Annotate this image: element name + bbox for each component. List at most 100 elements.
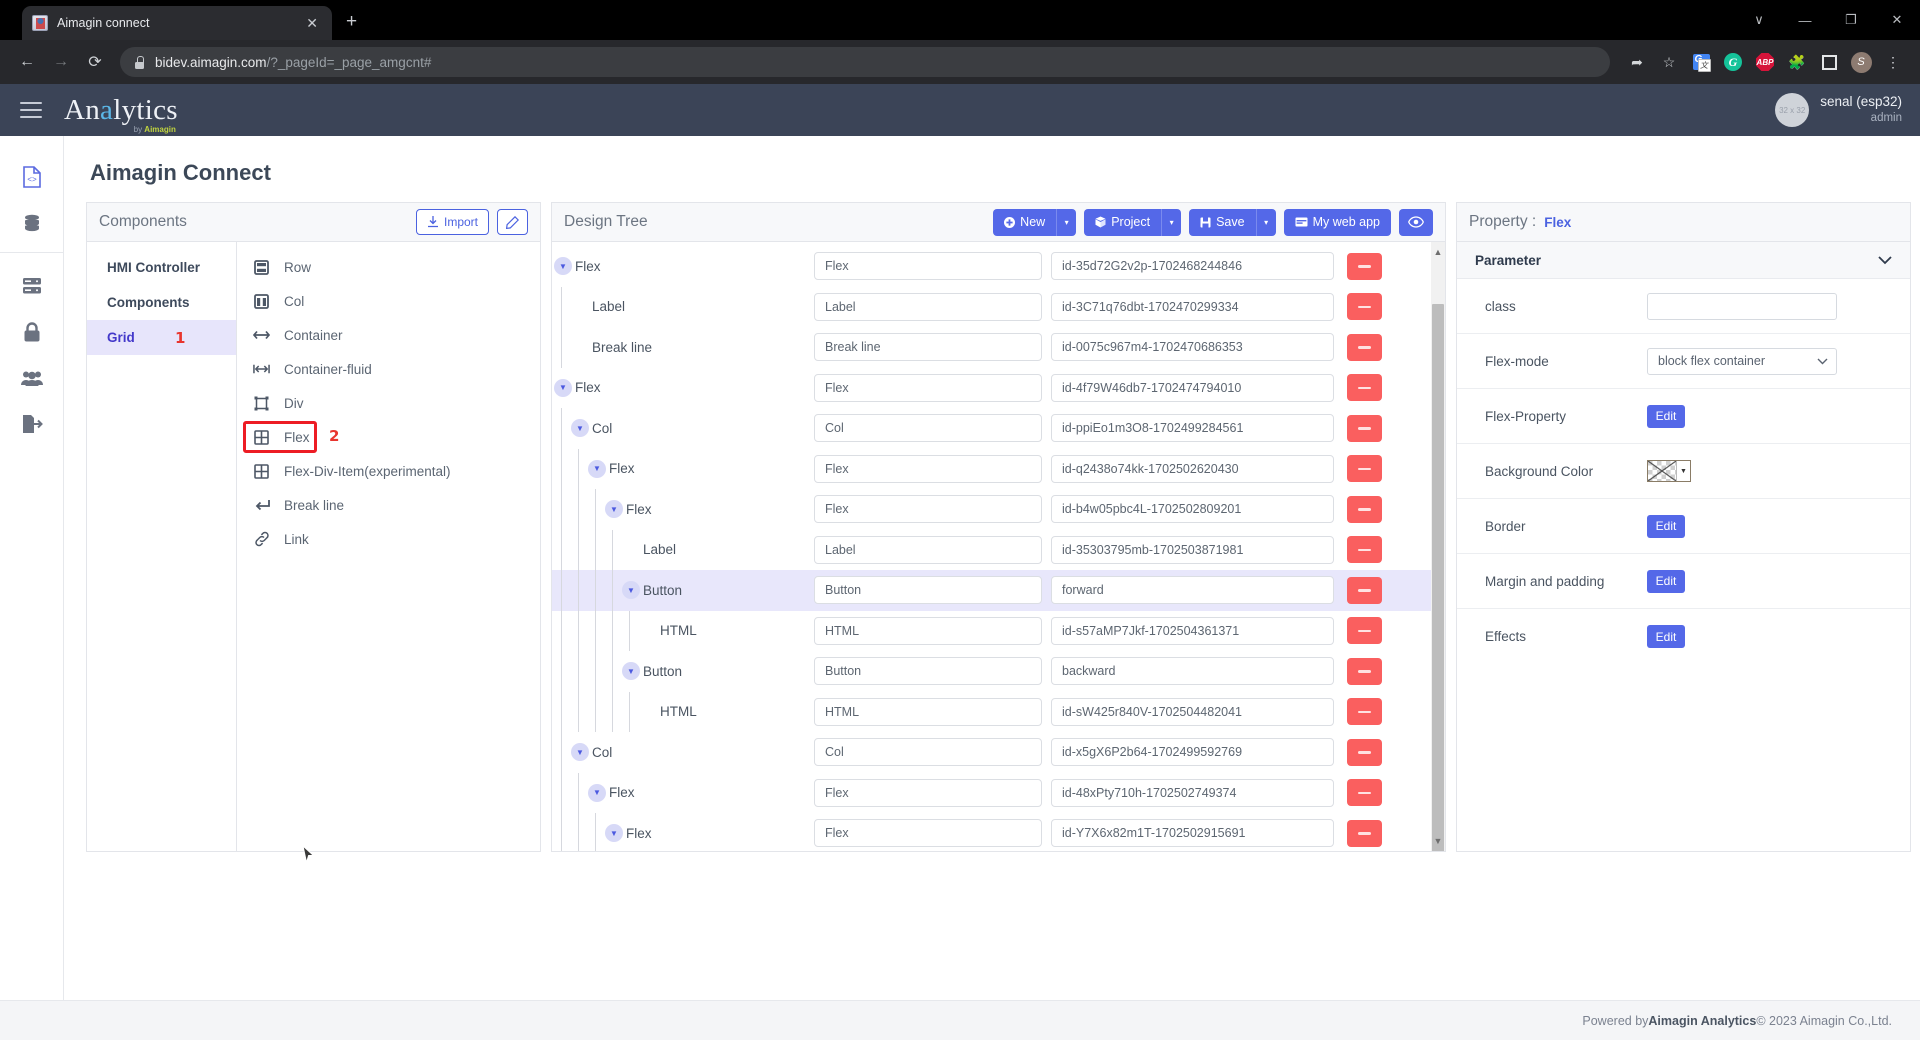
design-tree-scrollbar[interactable]: ▲ ▼ [1431,242,1445,851]
table-row[interactable]: ▼ Flex Flex id-b4w05pbc4L-1702502809201 [552,489,1431,530]
maximize-icon[interactable]: ❐ [1828,0,1874,40]
border-edit-button[interactable]: Edit [1647,514,1685,538]
node-id-field[interactable]: id-48xPty710h-1702502749374 [1051,778,1334,807]
delete-node-button[interactable] [1347,819,1382,847]
chevron-down-icon[interactable]: ▼ [1676,461,1690,481]
node-type-field[interactable]: Flex [814,454,1042,483]
preview-eye-button[interactable] [1399,208,1433,236]
forward-icon[interactable]: → [46,47,76,77]
my-web-app-button[interactable]: My web app [1283,208,1391,236]
node-id-field[interactable]: id-sW425r840V-1702504482041 [1051,697,1334,726]
delete-node-button[interactable] [1347,374,1382,402]
node-type-field[interactable]: Col [814,414,1042,443]
list-item[interactable]: Col [237,284,540,318]
list-item[interactable]: Container-fluid [237,352,540,386]
list-item[interactable]: Row [237,250,540,284]
sidebar-item-security[interactable] [0,309,64,355]
square-extension-icon[interactable] [1814,47,1844,77]
delete-node-button[interactable] [1347,738,1382,766]
tree-caret-expanded-icon[interactable]: ▼ [571,743,589,762]
tree-caret-expanded-icon[interactable]: ▼ [588,459,606,478]
grammarly-extension-icon[interactable]: G [1718,47,1748,77]
node-id-field[interactable]: id-ppiEo1m3O8-1702499284561 [1051,414,1334,443]
parameter-section-header[interactable]: Parameter [1457,242,1910,279]
new-button[interactable]: New [993,208,1057,236]
node-type-field[interactable]: Button [814,576,1042,605]
delete-node-button[interactable] [1347,779,1382,807]
sidebar-item-users[interactable] [0,355,64,401]
node-id-field[interactable]: id-s57aMP7Jkf-1702504361371 [1051,616,1334,645]
node-type-field[interactable]: HTML [814,616,1042,645]
table-row[interactable]: ▼ Flex Flex id-48xPty710h-1702502749374 [552,772,1431,813]
node-id-field[interactable]: id-35d72G2v2p-1702468244846 [1051,252,1334,281]
google-translate-extension-icon[interactable] [1686,47,1716,77]
flex-property-edit-button[interactable]: Edit [1647,404,1685,428]
delete-node-button[interactable] [1347,252,1382,280]
list-item[interactable]: Flex-Div-Item(experimental) [237,454,540,488]
list-item[interactable]: Container [237,318,540,352]
scroll-down-icon[interactable]: ▼ [1431,833,1445,849]
node-type-field[interactable]: Flex [814,252,1042,281]
node-type-field[interactable]: Col [814,738,1042,767]
tree-caret-expanded-icon[interactable]: ▼ [554,257,572,276]
delete-node-button[interactable] [1347,414,1382,442]
save-button[interactable]: Save [1189,208,1256,236]
sidebar-item-grid[interactable]: Grid 1 [87,320,236,355]
chevron-down-icon[interactable]: ∨ [1736,0,1782,40]
node-type-field[interactable]: Flex [814,819,1042,848]
background-color-picker[interactable]: ▼ [1647,460,1691,482]
node-type-field[interactable]: Label [814,292,1042,321]
browser-tab[interactable]: Aimagin connect ✕ [22,6,332,40]
user-menu[interactable]: 32 x 32 senal (esp32) admin [1775,93,1902,127]
project-dropdown-caret[interactable]: ▾ [1161,208,1182,236]
share-icon[interactable]: ➦ [1622,47,1652,77]
node-type-field[interactable]: Flex [814,495,1042,524]
table-row[interactable]: Label Label id-3C71q76dbt-1702470299334 [552,286,1431,327]
node-id-field[interactable]: id-x5gX6P2b64-1702499592769 [1051,738,1334,767]
profile-avatar[interactable]: S [1846,47,1876,77]
node-type-field[interactable]: Label [814,535,1042,564]
close-icon[interactable]: ✕ [302,14,322,32]
back-icon[interactable]: ← [12,47,42,77]
menu-toggle-icon[interactable] [20,102,42,118]
delete-node-button[interactable] [1347,657,1382,685]
sidebar-item-database[interactable] [0,200,64,246]
table-row[interactable]: ▼ Button Button forward [552,570,1431,611]
list-item[interactable]: Link [237,522,540,556]
delete-node-button[interactable] [1347,293,1382,321]
minimize-icon[interactable]: — [1782,0,1828,40]
list-item-flex[interactable]: Flex 2 [237,420,540,454]
node-id-field[interactable]: id-0075c967m4-1702470686353 [1051,333,1334,362]
tree-caret-expanded-icon[interactable]: ▼ [605,500,623,519]
delete-node-button[interactable] [1347,698,1382,726]
node-id-field[interactable]: id-3C71q76dbt-1702470299334 [1051,292,1334,321]
flex-mode-select[interactable]: block flex container [1647,347,1837,375]
save-dropdown-caret[interactable]: ▾ [1255,208,1276,236]
table-row[interactable]: ▼ Flex Flex id-35d72G2v2p-1702468244846 [552,246,1431,287]
node-type-field[interactable]: Break line [814,333,1042,362]
scroll-up-icon[interactable]: ▲ [1431,244,1445,260]
node-id-field[interactable]: id-b4w05pbc4L-1702502809201 [1051,495,1334,524]
tree-caret-expanded-icon[interactable]: ▼ [605,824,623,843]
edit-components-button[interactable] [497,209,528,235]
tree-caret-expanded-icon[interactable]: ▼ [622,662,640,681]
delete-node-button[interactable] [1347,455,1382,483]
delete-node-button[interactable] [1347,536,1382,564]
table-row[interactable]: Label Label id-35303795mb-1702503871981 [552,529,1431,570]
delete-node-button[interactable] [1347,333,1382,361]
tree-caret-expanded-icon[interactable]: ▼ [554,378,572,397]
class-input[interactable] [1647,292,1837,320]
node-id-field[interactable]: id-35303795mb-1702503871981 [1051,535,1334,564]
scrollbar-thumb[interactable] [1432,304,1444,851]
table-row[interactable]: ▼ Flex Flex id-q2438o74kk-1702502620430 [552,448,1431,489]
delete-node-button[interactable] [1347,617,1382,645]
node-id-field[interactable]: id-4f79W46db7-1702474794010 [1051,373,1334,402]
import-button[interactable]: Import [415,209,489,235]
node-type-field[interactable]: Button [814,657,1042,686]
delete-node-button[interactable] [1347,495,1382,523]
window-close-icon[interactable]: ✕ [1874,0,1920,40]
bookmark-star-icon[interactable]: ☆ [1654,47,1684,77]
table-row[interactable]: Break line Break line id-0075c967m4-170247… [552,327,1431,368]
sidebar-item-components[interactable]: Components [87,285,236,320]
node-type-field[interactable]: HTML [814,697,1042,726]
